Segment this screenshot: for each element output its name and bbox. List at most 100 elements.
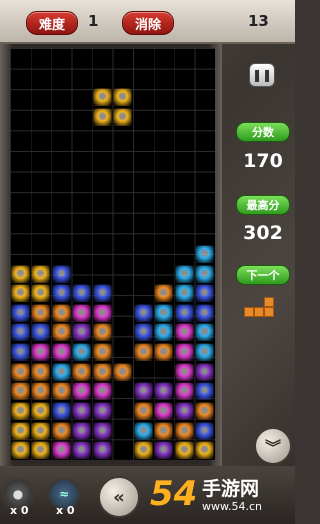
drop-button[interactable]: ︾ <box>254 427 292 465</box>
block-cell <box>113 107 133 126</box>
move-left-button[interactable]: « <box>98 476 140 518</box>
best-score-label: 最高分 <box>236 195 290 215</box>
difficulty-value: 1 <box>88 12 99 30</box>
watermark: 54 手游网 www.54.cn <box>150 472 295 520</box>
block-cell <box>133 441 153 460</box>
block-cell <box>31 401 51 420</box>
top-bar: 难度 1 消除 13 <box>0 0 295 44</box>
cleared-value: 13 <box>248 12 269 30</box>
block-cell <box>92 284 112 303</box>
pause-button[interactable]: ❚❚ <box>249 63 275 87</box>
block-cell <box>154 303 174 322</box>
block-cell <box>10 323 30 342</box>
block-cell <box>174 343 194 362</box>
block-cell <box>31 382 51 401</box>
block-cell <box>174 362 194 381</box>
block-cell <box>10 284 30 303</box>
block-cell <box>10 343 30 362</box>
block-cell <box>92 343 112 362</box>
game-board[interactable] <box>10 48 215 460</box>
block-cell <box>51 362 71 381</box>
block-cell <box>10 401 30 420</box>
cleared-label: 消除 <box>122 11 174 35</box>
block-cell <box>133 343 153 362</box>
block-cell <box>31 264 51 283</box>
block-cell <box>195 323 215 342</box>
block-cell <box>92 362 112 381</box>
block-cell <box>31 303 51 322</box>
block-cell <box>51 303 71 322</box>
block-cell <box>51 264 71 283</box>
double-chevron-down-icon: ︾ <box>264 438 281 457</box>
block-cell <box>72 401 92 420</box>
block-cell <box>51 441 71 460</box>
block-cell <box>174 284 194 303</box>
best-score-value: 302 <box>243 222 283 244</box>
block-cell <box>133 303 153 322</box>
block-cell <box>195 343 215 362</box>
block-cell <box>31 362 51 381</box>
block-cell <box>92 303 112 322</box>
block-cell <box>154 401 174 420</box>
block-cell <box>92 441 112 460</box>
block-cell <box>51 382 71 401</box>
block-cell <box>195 421 215 440</box>
block-cell <box>92 107 112 126</box>
watermark-text: 手游网 <box>202 478 260 500</box>
block-cell <box>51 343 71 362</box>
block-cell <box>154 382 174 401</box>
block-cell <box>10 362 30 381</box>
block-cell <box>195 244 215 263</box>
block-cell <box>72 303 92 322</box>
block-cell <box>195 264 215 283</box>
block-cell <box>10 421 30 440</box>
block-cell <box>154 441 174 460</box>
block-cell <box>113 362 133 381</box>
block-cell <box>133 401 153 420</box>
score-label: 分数 <box>236 122 290 142</box>
wave-item-count: x 0 <box>56 504 75 517</box>
block-cell <box>31 284 51 303</box>
block-cell <box>174 264 194 283</box>
block-cell <box>31 343 51 362</box>
block-cell <box>72 441 92 460</box>
block-cell <box>174 421 194 440</box>
next-piece-block <box>244 307 254 317</box>
next-piece-block <box>254 307 264 317</box>
bomb-icon: ● <box>12 487 24 501</box>
next-piece-label: 下一个 <box>236 265 290 285</box>
block-cell <box>31 421 51 440</box>
block-cell <box>92 421 112 440</box>
block-cell <box>113 88 133 107</box>
bomb-item-count: x 0 <box>10 504 29 517</box>
block-cell <box>92 323 112 342</box>
block-cell <box>174 441 194 460</box>
block-cell <box>174 303 194 322</box>
block-cell <box>195 441 215 460</box>
block-cell <box>133 421 153 440</box>
block-cell <box>72 284 92 303</box>
block-cell <box>10 382 30 401</box>
block-cell <box>72 343 92 362</box>
score-value: 170 <box>243 150 283 172</box>
pause-icon: ❚❚ <box>251 68 273 82</box>
block-cell <box>133 323 153 342</box>
block-cell <box>10 264 30 283</box>
block-cell <box>51 421 71 440</box>
block-cell <box>174 382 194 401</box>
block-cell <box>154 421 174 440</box>
block-cell <box>10 441 30 460</box>
block-cell <box>72 382 92 401</box>
block-cell <box>195 401 215 420</box>
block-cell <box>51 284 71 303</box>
block-cell <box>174 401 194 420</box>
block-cell <box>31 323 51 342</box>
difficulty-label: 难度 <box>26 11 78 35</box>
block-cell <box>51 323 71 342</box>
block-cell <box>154 323 174 342</box>
next-piece-block <box>264 307 274 317</box>
block-cell <box>10 303 30 322</box>
double-chevron-left-icon: « <box>113 486 125 508</box>
block-cell <box>92 88 112 107</box>
block-cell <box>72 421 92 440</box>
